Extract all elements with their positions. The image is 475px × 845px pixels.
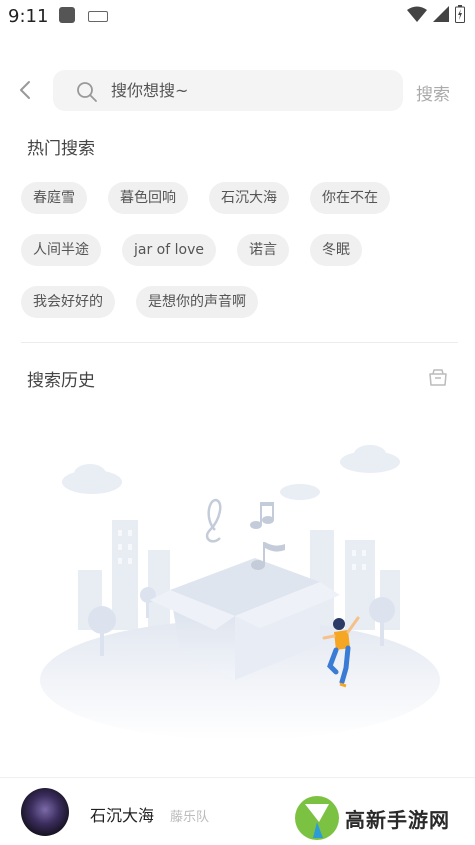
watermark-text: 高新手游网 [345, 808, 450, 832]
hot-search-tag[interactable]: 人间半途 [21, 234, 101, 266]
song-title: 石沉大海 [90, 806, 155, 825]
notification-icon [59, 7, 75, 23]
song-artist: 藤乐队 [170, 810, 210, 825]
search-icon [77, 82, 97, 102]
empty-history-illustration [40, 445, 440, 740]
hot-search-tag[interactable]: 暮色回响 [108, 182, 188, 214]
status-time: 9:11 [8, 6, 49, 27]
watermark: 高新手游网 [293, 794, 463, 844]
status-bar: 9:11 [0, 0, 475, 34]
trash-icon[interactable] [428, 367, 448, 387]
search-box[interactable] [53, 70, 403, 111]
hot-search-tag[interactable]: 冬眠 [309, 234, 362, 266]
search-input[interactable] [111, 70, 381, 111]
watermark-logo-icon [295, 796, 339, 840]
search-button[interactable]: 搜索 [416, 80, 450, 105]
hot-search-tag[interactable]: 春庭雪 [21, 182, 87, 214]
hot-search-tag[interactable]: 我会好好的 [21, 286, 115, 318]
hot-search-tag[interactable]: 是想你的声音啊 [136, 286, 258, 318]
divider [21, 342, 458, 343]
tag-row: 我会好好的 是想你的声音啊 [21, 286, 461, 318]
back-arrow-icon[interactable] [14, 78, 38, 102]
album-cover[interactable] [21, 788, 69, 836]
tag-row: 春庭雪 暮色回响 石沉大海 你在不在 [21, 182, 461, 214]
signal-icon [433, 6, 449, 22]
hot-search-tag[interactable]: 诺言 [236, 234, 289, 266]
hot-search-tag[interactable]: 你在不在 [310, 182, 390, 214]
history-title: 搜索历史 [27, 371, 95, 391]
status-right-icons [407, 5, 465, 23]
hot-search-tag[interactable]: jar of love [122, 234, 216, 266]
hot-search-tag[interactable]: 石沉大海 [209, 182, 289, 214]
hot-search-title: 热门搜索 [27, 139, 95, 159]
search-bar: 搜索 [0, 70, 475, 112]
wifi-icon [407, 6, 427, 22]
tag-row: 人间半途 jar of love 诺言 冬眠 [21, 234, 461, 266]
battery-icon [455, 5, 465, 23]
hot-search-tags: 春庭雪 暮色回响 石沉大海 你在不在 人间半途 jar of love 诺言 冬… [21, 182, 461, 338]
keyboard-icon [88, 11, 108, 22]
